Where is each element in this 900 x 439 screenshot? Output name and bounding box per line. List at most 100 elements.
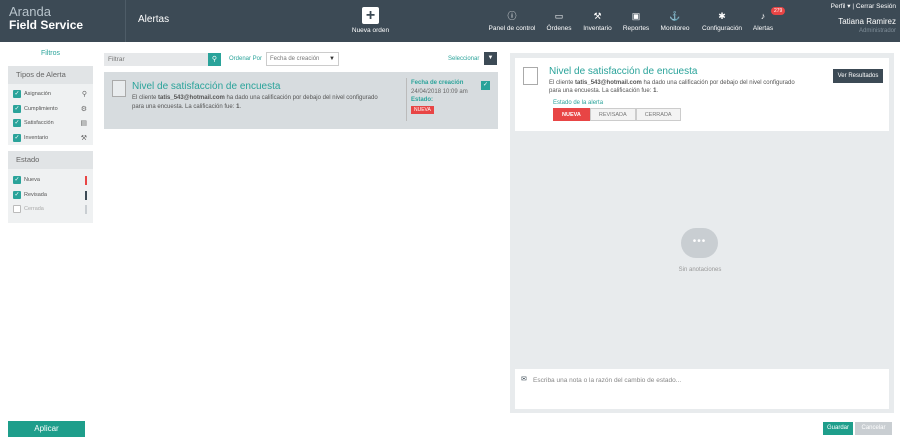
- filter-label: Asignación: [24, 91, 51, 98]
- page-title: Alertas: [138, 14, 170, 25]
- checkbox-checked[interactable]: ✓: [13, 133, 21, 142]
- comment-icon: ✉: [521, 376, 527, 383]
- search-icon: ⚲: [211, 56, 218, 63]
- alert-email: tatis_543@hotmail.com: [158, 95, 225, 101]
- alerts-count-badge: 279: [771, 7, 786, 15]
- alert-state-label: Estado de la alerta: [553, 100, 604, 106]
- document-alert-icon: [112, 80, 126, 97]
- nav-inventory[interactable]: ⚒ Inventario: [581, 10, 614, 32]
- logo-line1: Aranda: [9, 4, 51, 19]
- top-bar: Aranda Field Service Alertas + Nueva ord…: [0, 0, 900, 42]
- user-area: Perfil ▾ | Cerrar Sesión Tatiana Ramirez…: [831, 2, 896, 34]
- item-checkbox[interactable]: ✓: [481, 81, 490, 90]
- checkbox-unchecked[interactable]: [13, 205, 21, 214]
- alert-list-item[interactable]: Nivel de satisfacción de encuesta El cli…: [104, 72, 498, 129]
- user-role: Administrador: [858, 28, 896, 34]
- filter-label: Satisfacción: [24, 120, 54, 127]
- alert-types-title: Tipos de Alerta: [8, 66, 93, 84]
- select-label[interactable]: Seleccionar: [448, 56, 479, 62]
- logo-line2: Field Service: [9, 18, 84, 32]
- profile-link[interactable]: Perfil: [831, 3, 846, 10]
- app-logo[interactable]: Aranda Field Service: [9, 5, 119, 32]
- filter-inventory[interactable]: ✓ Inventario ⚒: [8, 131, 93, 146]
- view-results-button[interactable]: Ver Resultados: [833, 69, 883, 83]
- nav-panel-control[interactable]: ⓘ Panel de control: [487, 10, 537, 32]
- filter-state-reviewed[interactable]: ✓ Revisada: [8, 188, 93, 203]
- alert-detail-panel: Nivel de satisfacción de encuesta El cli…: [510, 53, 894, 413]
- nav-orders[interactable]: ▭ Órdenes: [545, 10, 573, 32]
- detail-email: tatis_543@hotmail.com: [575, 80, 642, 86]
- state-option-new[interactable]: NUEVA: [553, 108, 590, 121]
- note-input[interactable]: ✉ Escriba una nota o la razón del cambio…: [515, 369, 889, 409]
- nav-label: Configuración: [701, 25, 743, 32]
- state-option-closed[interactable]: CERRADA: [635, 108, 681, 121]
- order-by-label: Ordenar Por: [229, 56, 263, 62]
- nav-label: Panel de control: [488, 25, 536, 32]
- state-panel: Estado ✓ Nueva ✓ Revisada Cerrada: [8, 151, 93, 223]
- alert-state-selector: NUEVA REVISADA CERRADA: [553, 108, 681, 121]
- logout-link[interactable]: Cerrar Sesión: [856, 3, 896, 10]
- nav-reports[interactable]: ▣ Reportes: [622, 10, 650, 32]
- state-option-reviewed[interactable]: REVISADA: [589, 108, 636, 121]
- filter-state-closed[interactable]: Cerrada: [8, 202, 93, 217]
- state-color-marker: [85, 190, 87, 200]
- filter-label: Cumplimiento: [24, 105, 58, 112]
- info-icon: ⓘ: [507, 11, 517, 21]
- select-dropdown-button[interactable]: ▼: [484, 52, 497, 65]
- detail-title: Nivel de satisfacción de encuesta: [549, 66, 698, 77]
- filter-state-new[interactable]: ✓ Nueva: [8, 173, 93, 188]
- caret-down-icon: ▼: [329, 56, 335, 62]
- nav-label: Monitoreo: [660, 25, 690, 32]
- checkbox-checked[interactable]: ✓: [13, 104, 21, 113]
- detail-text-end: .: [656, 88, 659, 94]
- state-label: Estado:: [411, 97, 434, 103]
- divider: [125, 0, 126, 42]
- status-badge: NUEVA: [411, 106, 434, 114]
- assign-icon: ⚲: [81, 91, 87, 98]
- chevron-down-icon: ▼: [487, 55, 494, 61]
- checkbox-checked[interactable]: ✓: [13, 190, 21, 199]
- alert-text: El cliente: [132, 95, 159, 101]
- checkbox-checked[interactable]: ✓: [13, 176, 21, 185]
- apply-button[interactable]: Aplicar: [8, 421, 85, 437]
- note-placeholder: Escriba una nota o la razón del cambio d…: [533, 377, 682, 384]
- filter-label: Inventario: [24, 134, 49, 141]
- state-color-marker: [85, 176, 87, 185]
- filter-input[interactable]: [104, 53, 208, 66]
- order-by-select[interactable]: Fecha de creación ▼: [266, 52, 339, 66]
- filters-sidebar: Filtros Tipos de Alerta ✓ Asignación ⚲ ✓…: [8, 50, 93, 223]
- plus-icon: +: [362, 7, 379, 24]
- order-by-value: Fecha de creación: [270, 56, 320, 62]
- cancel-button[interactable]: Cancelar: [855, 422, 892, 435]
- checkbox-checked[interactable]: ✓: [13, 119, 21, 128]
- filter-satisfaction[interactable]: ✓ Satisfacción ▤: [8, 116, 93, 131]
- save-button[interactable]: Guardar: [823, 422, 853, 435]
- alert-detail-card: Nivel de satisfacción de encuesta El cli…: [515, 58, 889, 131]
- filter-label: Nueva: [24, 177, 40, 184]
- user-name: Tatiana Ramirez: [838, 17, 896, 26]
- nav-configuration[interactable]: ✱ Configuración: [700, 10, 744, 32]
- nav-monitoring[interactable]: ⚓ Monitoreo: [659, 10, 691, 32]
- nav-label: Órdenes: [546, 25, 572, 32]
- alert-description: El cliente tatis_543@hotmail.com ha dado…: [132, 94, 382, 111]
- filter-label: Cerrada: [24, 206, 44, 213]
- satisfaction-icon: ▤: [80, 120, 87, 127]
- chat-bubble-icon: •••: [681, 228, 718, 258]
- calendar-icon: ▭: [554, 11, 564, 21]
- new-order-button[interactable]: + Nueva orden: [348, 7, 393, 34]
- nav-label: Inventario: [583, 25, 612, 32]
- wrench-icon: ⚒: [593, 11, 602, 21]
- filter-label: Revisada: [24, 191, 47, 198]
- nav-label: Alertas: [752, 25, 774, 32]
- new-order-label: Nueva orden: [351, 27, 390, 34]
- divider: [406, 78, 407, 121]
- filter-assignment[interactable]: ✓ Asignación ⚲: [8, 87, 93, 102]
- checkbox-checked[interactable]: ✓: [13, 90, 21, 99]
- alert-types-panel: Tipos de Alerta ✓ Asignación ⚲ ✓ Cumplim…: [8, 66, 93, 145]
- filter-compliance[interactable]: ✓ Cumplimiento ⚙: [8, 102, 93, 117]
- inventory-icon: ⚒: [80, 134, 87, 142]
- search-button[interactable]: ⚲: [208, 53, 221, 66]
- nav-alerts[interactable]: ♪ 279 Alertas: [751, 7, 786, 32]
- compliance-icon: ⚙: [80, 105, 87, 113]
- person-pin-icon: ⚓: [669, 11, 681, 21]
